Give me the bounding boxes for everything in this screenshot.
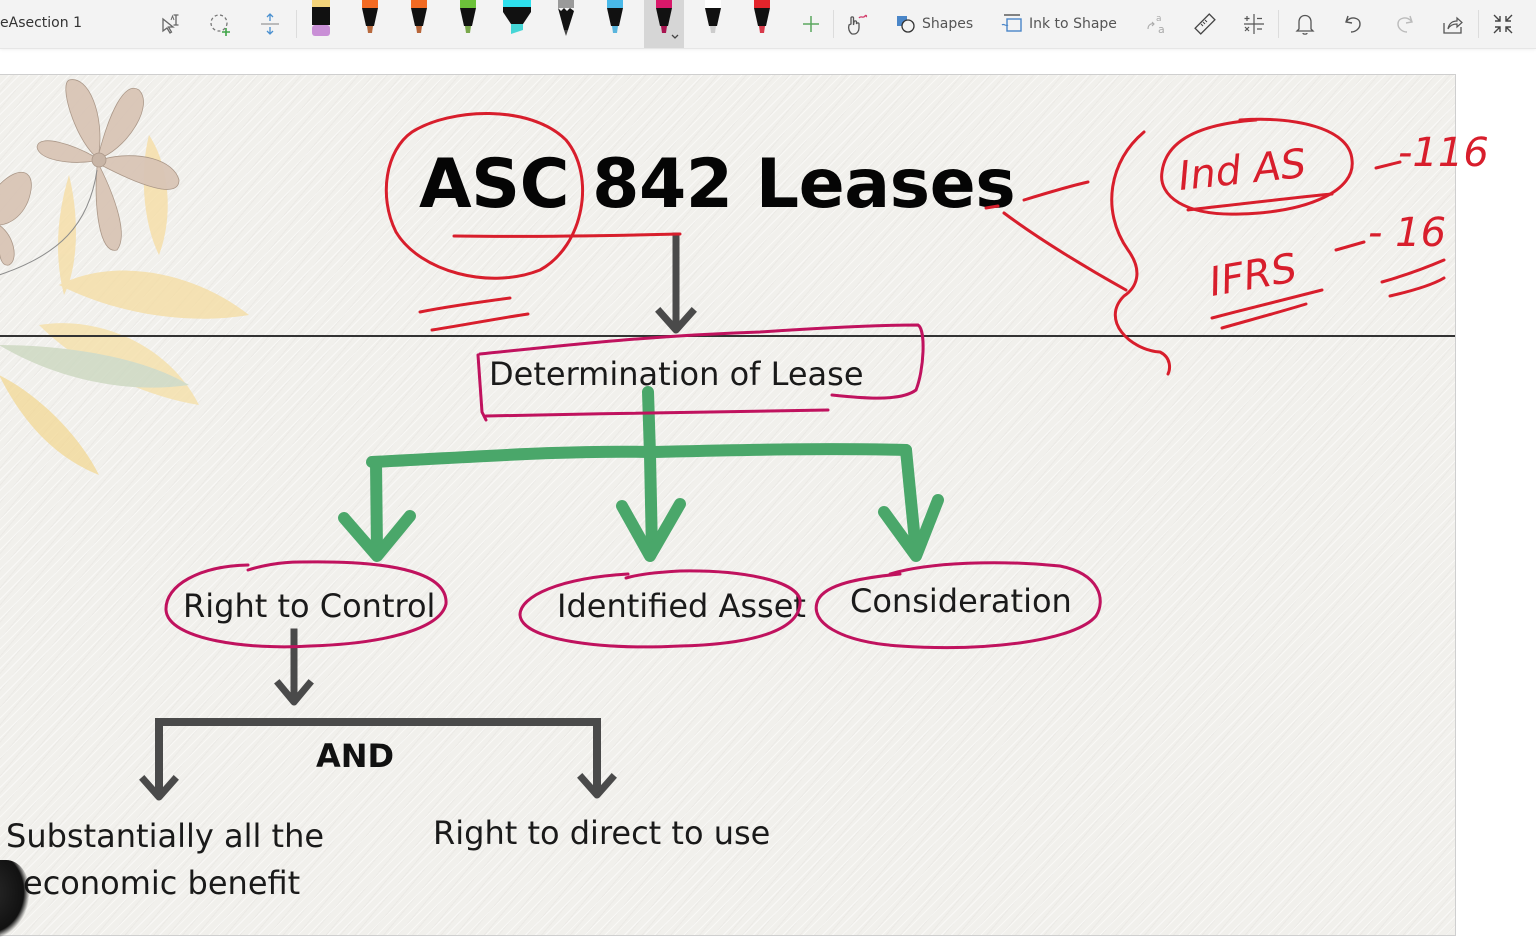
petal bbox=[98, 87, 144, 158]
and-connector-label: AND bbox=[316, 737, 395, 775]
pen-blue-button[interactable] bbox=[595, 0, 635, 44]
svg-text:a: a bbox=[1158, 23, 1165, 36]
pencil-gray-button[interactable] bbox=[546, 0, 586, 44]
shapes-button[interactable]: Shapes bbox=[895, 12, 973, 36]
ink-to-text-button[interactable]: a a bbox=[1143, 10, 1171, 38]
toolbar-divider bbox=[1278, 10, 1279, 38]
pen-icon bbox=[705, 0, 721, 33]
ruler-icon bbox=[1194, 13, 1216, 35]
undo-button[interactable] bbox=[1340, 10, 1368, 38]
pen-red-button[interactable] bbox=[742, 0, 782, 44]
share-icon bbox=[1443, 16, 1463, 34]
pen-green-button[interactable] bbox=[448, 0, 488, 44]
pen-icon bbox=[411, 0, 427, 33]
root-node-determination-of-lease: Determination of Lease bbox=[489, 355, 864, 393]
pen-magenta-button[interactable] bbox=[644, 0, 684, 48]
pen-icon bbox=[754, 0, 770, 33]
notebook-page[interactable]: ASC 842 Leases Determination of Lease Ri… bbox=[0, 74, 1456, 936]
add-pen-button[interactable] bbox=[797, 10, 825, 38]
select-text-icon bbox=[162, 14, 179, 34]
petal bbox=[95, 164, 122, 251]
criterion-right-to-control: Right to Control bbox=[183, 587, 436, 625]
leaf bbox=[0, 375, 99, 475]
add-space-icon bbox=[261, 13, 279, 35]
shapes-icon bbox=[897, 16, 915, 33]
criterion-identified-asset: Identified Asset bbox=[557, 587, 806, 625]
math-button[interactable] bbox=[1240, 10, 1268, 38]
ruler-button[interactable] bbox=[1191, 10, 1219, 38]
pen-icon bbox=[607, 0, 623, 33]
pen-icon bbox=[656, 0, 679, 39]
add-space-button[interactable] bbox=[256, 10, 284, 38]
bell-replay-icon bbox=[1295, 14, 1315, 35]
redo-icon bbox=[1397, 15, 1413, 33]
plus-icon bbox=[803, 16, 819, 32]
condition-economic-benefit-line2: economic benefit bbox=[23, 864, 301, 902]
condition-economic-benefit-line1: Substantially all the bbox=[6, 817, 325, 855]
redo-button[interactable] bbox=[1390, 10, 1418, 38]
criterion-consideration: Consideration bbox=[850, 582, 1072, 620]
pen-icon bbox=[362, 0, 378, 33]
toolbar-divider bbox=[833, 10, 834, 38]
collapse-icon bbox=[1493, 14, 1513, 34]
touch-draw-button[interactable] bbox=[843, 10, 871, 38]
lasso-add-icon bbox=[210, 14, 230, 36]
math-icon bbox=[1244, 14, 1264, 34]
shapes-label: Shapes bbox=[922, 16, 974, 32]
pen-white-button[interactable] bbox=[693, 0, 733, 44]
leaf bbox=[59, 270, 249, 319]
pen-orange-2-button[interactable] bbox=[399, 0, 439, 44]
leaf bbox=[143, 135, 168, 255]
share-button[interactable] bbox=[1439, 10, 1467, 38]
petal bbox=[0, 225, 15, 266]
petal bbox=[0, 171, 32, 226]
page-divider-line bbox=[0, 335, 1455, 337]
ink-to-text-icon: a a bbox=[1147, 14, 1165, 36]
flower-center bbox=[91, 152, 107, 168]
condition-right-to-direct: Right to direct to use bbox=[433, 814, 771, 852]
draw-toolbar: eAsection 1 Shapes Ink to Shape a a bbox=[0, 0, 1536, 49]
ink-to-shape-button[interactable]: Ink to Shape bbox=[1000, 12, 1117, 36]
pen-orange-1-button[interactable] bbox=[350, 0, 390, 44]
lasso-select-text-button[interactable] bbox=[158, 10, 186, 38]
page-title: ASC 842 Leases bbox=[419, 145, 1016, 224]
ink-to-shape-icon bbox=[1001, 14, 1022, 32]
lasso-select-button[interactable] bbox=[207, 10, 235, 38]
toolbar-divider bbox=[1478, 10, 1479, 38]
section-title: eAsection 1 bbox=[0, 15, 82, 31]
leaf bbox=[57, 175, 76, 295]
undo-icon bbox=[1345, 15, 1361, 33]
floral-decoration bbox=[0, 79, 249, 475]
highlighter-icon bbox=[503, 0, 531, 34]
ink-replay-button[interactable] bbox=[1291, 10, 1319, 38]
toolbar-divider bbox=[296, 10, 297, 38]
pen-icon bbox=[460, 0, 476, 33]
exit-full-screen-button[interactable] bbox=[1489, 10, 1517, 38]
petal bbox=[100, 155, 180, 190]
petal bbox=[65, 79, 101, 156]
pencil-icon bbox=[558, 0, 574, 36]
pen-eraser-button[interactable] bbox=[301, 0, 341, 44]
highlighter-cyan-button[interactable] bbox=[497, 0, 537, 44]
ink-to-shape-label: Ink to Shape bbox=[1029, 16, 1117, 32]
eraser-icon bbox=[312, 0, 330, 36]
touch-draw-icon bbox=[847, 14, 868, 35]
